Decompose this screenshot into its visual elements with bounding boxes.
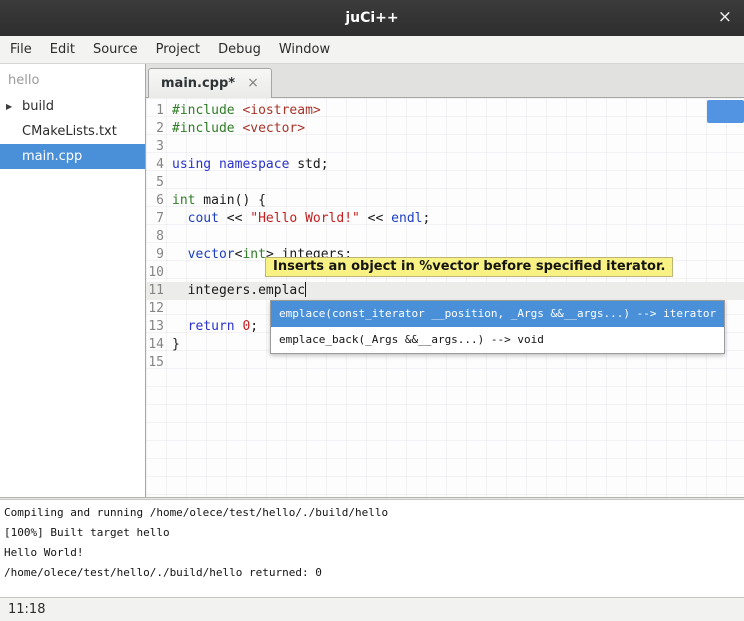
code-text: cout << "Hello World!" << endl;: [172, 210, 430, 228]
line-number: 8: [146, 228, 172, 246]
sidebar-item-build[interactable]: ▶build: [0, 94, 145, 119]
project-name: hello: [0, 68, 145, 94]
output-line: Hello World!: [4, 543, 744, 563]
menu-window[interactable]: Window: [270, 36, 339, 63]
line-number: 10: [146, 264, 172, 282]
sidebar-item-main-cpp[interactable]: main.cpp: [0, 144, 145, 169]
completion-popup: emplace(const_iterator __position, _Args…: [270, 300, 725, 354]
window-title: juCi++: [0, 0, 744, 36]
sidebar-item-label: main.cpp: [22, 149, 82, 164]
output-panel: Compiling and running /home/olece/test/h…: [0, 500, 744, 597]
code-text: int main() {: [172, 192, 266, 210]
code-editor[interactable]: 1#include <iostream>2#include <vector>34…: [146, 98, 744, 497]
line-number: 7: [146, 210, 172, 228]
tab-label: main.cpp*: [161, 76, 235, 91]
title-bar[interactable]: juCi++ ×: [0, 0, 744, 36]
completion-item-1[interactable]: emplace_back(_Args &&__args...) --> void: [271, 327, 724, 353]
code-line-2: 2#include <vector>: [146, 120, 744, 138]
sidebar-item-label: build: [22, 99, 54, 114]
code-line-1: 1#include <iostream>: [146, 102, 744, 120]
code-line-3: 3: [146, 138, 744, 156]
cursor-position: 11:18: [8, 602, 45, 617]
file-tree: hello ▶build CMakeLists.txt main.cpp: [0, 64, 146, 497]
close-icon[interactable]: ×: [718, 0, 732, 34]
scrollbar-thumb[interactable]: [707, 100, 744, 123]
code-line-4: 4using namespace std;: [146, 156, 744, 174]
code-text: using namespace std;: [172, 156, 329, 174]
output-line: /home/olece/test/hello/./build/hello ret…: [4, 563, 744, 583]
app-window: juCi++ × FileEditSourceProjectDebugWindo…: [0, 0, 744, 621]
code-line-11: 11 integers.emplac: [146, 282, 744, 300]
output-line: [100%] Built target hello: [4, 523, 744, 543]
text-cursor: [305, 282, 306, 297]
code-text: return 0;: [172, 318, 258, 336]
line-number: 1: [146, 102, 172, 120]
sidebar-item-cmakelists-txt[interactable]: CMakeLists.txt: [0, 119, 145, 144]
code-line-5: 5: [146, 174, 744, 192]
tab-bar: main.cpp* ×: [146, 64, 744, 98]
code-line-7: 7 cout << "Hello World!" << endl;: [146, 210, 744, 228]
file-tree-items: ▶build CMakeLists.txt main.cpp: [0, 94, 145, 169]
line-number: 2: [146, 120, 172, 138]
menu-bar: FileEditSourceProjectDebugWindow: [0, 36, 744, 64]
menu-debug[interactable]: Debug: [209, 36, 270, 63]
line-number: 6: [146, 192, 172, 210]
status-bar: 11:18: [0, 597, 744, 621]
line-number: 12: [146, 300, 172, 318]
menu-file[interactable]: File: [1, 36, 41, 63]
code-line-15: 15: [146, 354, 744, 372]
line-number: 15: [146, 354, 172, 372]
line-number: 11: [146, 282, 172, 300]
doc-tooltip: Inserts an object in %vector before spec…: [265, 257, 673, 277]
output-line: Compiling and running /home/olece/test/h…: [4, 503, 744, 523]
expander-icon[interactable]: ▶: [6, 94, 22, 119]
menu-edit[interactable]: Edit: [41, 36, 84, 63]
code-text: #include <vector>: [172, 120, 305, 138]
line-number: 4: [146, 156, 172, 174]
tab-main-cpp[interactable]: main.cpp* ×: [148, 68, 272, 98]
line-number: 9: [146, 246, 172, 264]
code-text: #include <iostream>: [172, 102, 321, 120]
completion-item-0[interactable]: emplace(const_iterator __position, _Args…: [271, 301, 724, 327]
code-text: }: [172, 336, 180, 354]
line-number: 14: [146, 336, 172, 354]
line-number: 13: [146, 318, 172, 336]
editor-region: main.cpp* × 1#include <iostream>2#include…: [146, 64, 744, 497]
tab-close-icon[interactable]: ×: [247, 75, 259, 91]
sidebar-item-label: CMakeLists.txt: [22, 124, 117, 139]
menu-source[interactable]: Source: [84, 36, 147, 63]
code-text: integers.emplac: [172, 282, 306, 300]
code-line-6: 6int main() {: [146, 192, 744, 210]
line-number: 5: [146, 174, 172, 192]
menu-project[interactable]: Project: [147, 36, 209, 63]
code-line-8: 8: [146, 228, 744, 246]
line-number: 3: [146, 138, 172, 156]
